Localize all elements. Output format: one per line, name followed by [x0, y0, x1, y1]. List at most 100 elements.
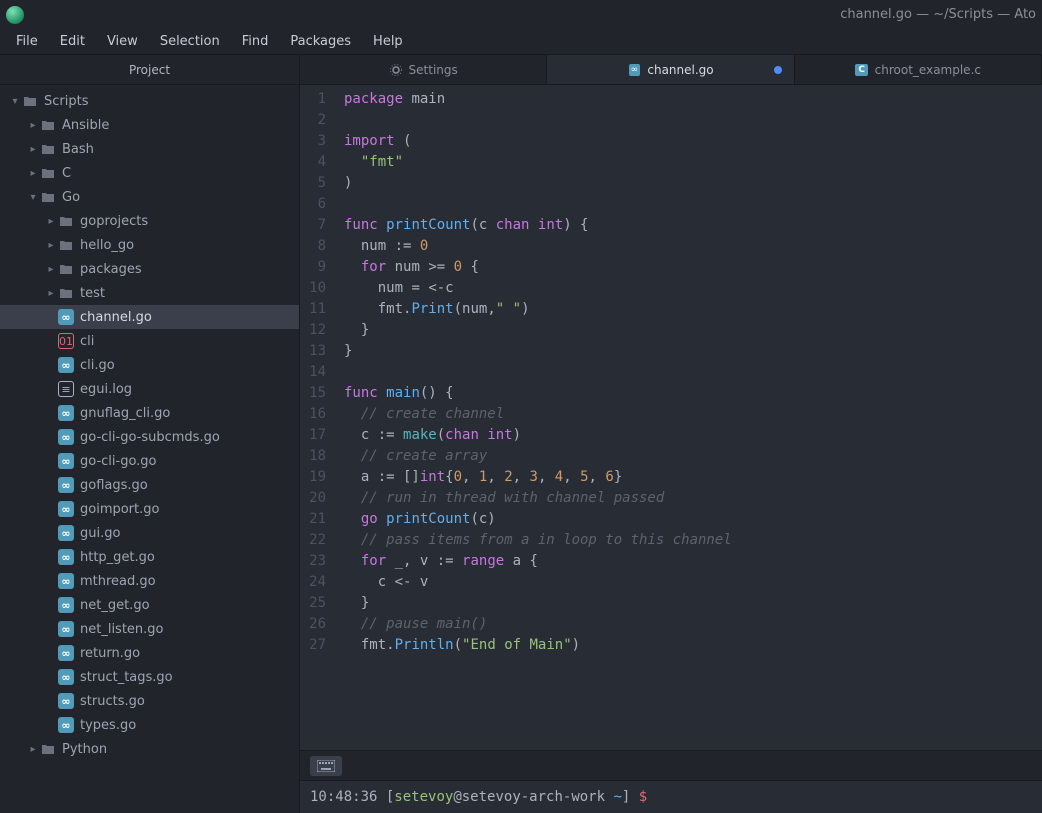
editor-pane: Settings∞channel.goCchroot_example.c 123… — [300, 55, 1042, 813]
tree-item-packages[interactable]: ▸ packages — [0, 257, 299, 281]
tree-item-label: go-cli-go-subcmds.go — [80, 430, 220, 445]
go-file-icon: ∞ — [58, 573, 74, 589]
menu-view[interactable]: View — [97, 31, 148, 52]
chevron-right-icon: ▸ — [26, 168, 40, 179]
tree-item-channel-go[interactable]: ∞channel.go — [0, 305, 299, 329]
c-file-icon: C — [855, 63, 869, 77]
keyboard-icon[interactable] — [310, 756, 342, 776]
tree-item-label: Ansible — [62, 118, 109, 133]
tree-item-label: http_get.go — [80, 550, 155, 565]
tree-item-structs-go[interactable]: ∞structs.go — [0, 689, 299, 713]
window-title: channel.go — ~/Scripts — Ato — [840, 7, 1036, 22]
tree-item-go[interactable]: ▾Go — [0, 185, 299, 209]
folder-icon — [22, 93, 38, 109]
tree-item-ansible[interactable]: ▸ Ansible — [0, 113, 299, 137]
terminal[interactable]: 10:48:36 [setevoy@setevoy-arch-work ~] $ — [300, 781, 1042, 813]
tree-item-bash[interactable]: ▸Bash — [0, 137, 299, 161]
chevron-right-icon: ▸ — [44, 288, 58, 299]
tree-item-go-cli-go-subcmds-go[interactable]: ∞ go-cli-go-subcmds.go — [0, 425, 299, 449]
chevron-right-icon: ▸ — [26, 744, 40, 755]
code-area[interactable]: package main import ( "fmt") func printC… — [334, 85, 1042, 750]
tree-item-cli[interactable]: 01 cli — [0, 329, 299, 353]
tree-item-label: cli — [80, 334, 94, 349]
go-file-icon: ∞ — [58, 501, 74, 517]
menu-packages[interactable]: Packages — [280, 31, 361, 52]
go-file-icon: ∞ — [58, 621, 74, 637]
tree-item-net-listen-go[interactable]: ∞ net_listen.go — [0, 617, 299, 641]
chevron-right-icon: ▸ — [26, 120, 40, 131]
editor[interactable]: 1234567891011121314151617181920212223242… — [300, 85, 1042, 750]
go-file-icon: ∞ — [58, 405, 74, 421]
tree-item-net-get-go[interactable]: ∞net_get.go — [0, 593, 299, 617]
tree-item-label: Scripts — [44, 94, 88, 109]
project-sidebar: Project ▾Scripts▸Ansible▸Bash▸C▾Go▸gopro… — [0, 55, 300, 813]
tree-item-python[interactable]: ▸Python — [0, 737, 299, 761]
folder-icon — [40, 189, 56, 205]
tree-item-label: return.go — [80, 646, 140, 661]
tree-item-goprojects[interactable]: ▸goprojects — [0, 209, 299, 233]
tree-item-label: net_listen.go — [80, 622, 164, 637]
tree-item-test[interactable]: ▸test — [0, 281, 299, 305]
menu-selection[interactable]: Selection — [150, 31, 230, 52]
tree-item-goflags-go[interactable]: ∞ goflags.go — [0, 473, 299, 497]
line-gutter: 1234567891011121314151617181920212223242… — [300, 85, 334, 750]
tree-item-label: cli.go — [80, 358, 115, 373]
tree-item-label: Bash — [62, 142, 94, 157]
binary-file-icon: 01 — [58, 333, 74, 349]
folder-icon — [40, 117, 56, 133]
terminal-host: setevoy-arch-work — [462, 789, 605, 805]
chevron-right-icon: ▸ — [44, 240, 58, 251]
tree-item-mthread-go[interactable]: ∞mthread.go — [0, 569, 299, 593]
terminal-panel: 10:48:36 [setevoy@setevoy-arch-work ~] $ — [300, 750, 1042, 813]
go-file-icon: ∞ — [58, 645, 74, 661]
tab-chroot-example-c[interactable]: Cchroot_example.c — [795, 55, 1042, 84]
tree-item-types-go[interactable]: ∞types.go — [0, 713, 299, 737]
tree-item-http-get-go[interactable]: ∞ http_get.go — [0, 545, 299, 569]
go-file-icon: ∞ — [58, 429, 74, 445]
go-file-icon: ∞ — [58, 549, 74, 565]
menu-edit[interactable]: Edit — [50, 31, 95, 52]
chevron-right-icon: ▸ — [44, 264, 58, 275]
go-file-icon: ∞ — [58, 453, 74, 469]
app-icon — [6, 6, 24, 24]
tree-item-label: goflags.go — [80, 478, 148, 493]
tab-label: Settings — [409, 63, 458, 77]
menu-bar: FileEditViewSelectionFindPackagesHelp — [0, 29, 1042, 55]
tab-settings[interactable]: Settings — [300, 55, 547, 84]
tree-item-gnuflag-cli-go[interactable]: ∞ gnuflag_cli.go — [0, 401, 299, 425]
gear-icon — [389, 63, 403, 77]
terminal-time: 10:48:36 — [310, 789, 377, 805]
tree-item-label: hello_go — [80, 238, 134, 253]
tree-item-label: C — [62, 166, 71, 181]
log-file-icon: ≡ — [58, 381, 74, 397]
tree-item-cli-go[interactable]: ∞ cli.go — [0, 353, 299, 377]
tree-item-struct-tags-go[interactable]: ∞struct_tags.go — [0, 665, 299, 689]
tree-item-label: gnuflag_cli.go — [80, 406, 170, 421]
tab-label: chroot_example.c — [875, 63, 981, 77]
tree-item-go-cli-go-go[interactable]: ∞go-cli-go.go — [0, 449, 299, 473]
go-file-icon: ∞ — [58, 477, 74, 493]
tree-item-label: gui.go — [80, 526, 120, 541]
tree-item-gui-go[interactable]: ∞gui.go — [0, 521, 299, 545]
folder-icon — [40, 165, 56, 181]
tree-item-scripts[interactable]: ▾Scripts — [0, 89, 299, 113]
sidebar-header: Project — [0, 55, 299, 85]
chevron-right-icon: ▸ — [44, 216, 58, 227]
tree-item-egui-log[interactable]: ≡egui.log — [0, 377, 299, 401]
tree-item-label: packages — [80, 262, 142, 277]
menu-help[interactable]: Help — [363, 31, 413, 52]
tree-item-label: Go — [62, 190, 80, 205]
go-file-icon: ∞ — [58, 357, 74, 373]
terminal-cwd: ~ — [613, 789, 621, 805]
tree-item-c[interactable]: ▸C — [0, 161, 299, 185]
menu-file[interactable]: File — [6, 31, 48, 52]
tree-item-hello-go[interactable]: ▸ hello_go — [0, 233, 299, 257]
tree-item-label: channel.go — [80, 310, 152, 325]
go-file-icon: ∞ — [58, 669, 74, 685]
tab-channel-go[interactable]: ∞channel.go — [547, 55, 794, 84]
tree-item-return-go[interactable]: ∞ return.go — [0, 641, 299, 665]
folder-icon — [58, 261, 74, 277]
folder-icon — [40, 741, 56, 757]
menu-find[interactable]: Find — [232, 31, 279, 52]
tree-item-goimport-go[interactable]: ∞goimport.go — [0, 497, 299, 521]
